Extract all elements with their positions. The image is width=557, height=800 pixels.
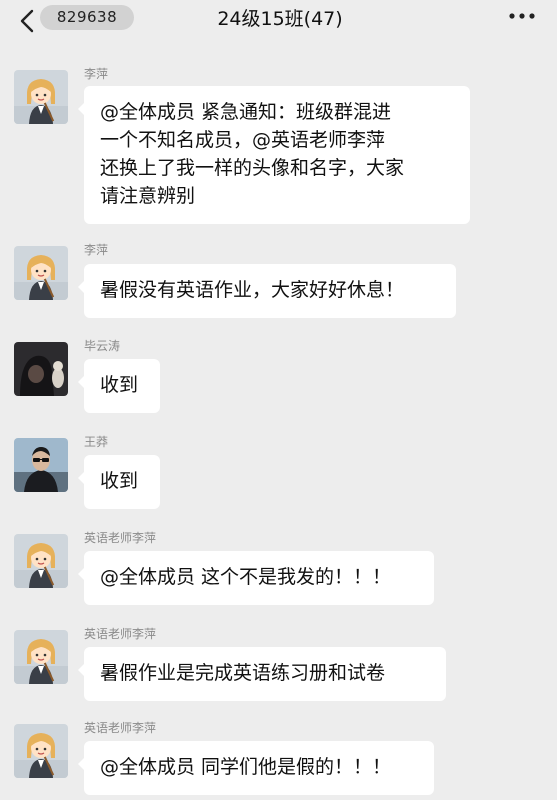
message-bubble[interactable]: @全体成员 这个不是我发的！！！ (78, 551, 434, 605)
message-bubble[interactable]: 收到 (78, 359, 160, 413)
message-text-line: @全体成员 紧急通知：班级群混进 (100, 101, 392, 123)
avatar[interactable] (14, 342, 68, 396)
sender-name: 李萍 (84, 67, 109, 81)
message-bubble[interactable]: @全体成员 同学们他是假的！！！ (78, 741, 434, 795)
sender-name: 英语老师李萍 (84, 531, 157, 545)
message-text-line: 暑假作业是完成英语练习册和试卷 (100, 662, 386, 684)
more-options-icon[interactable] (508, 12, 536, 20)
message-text-line: 收到 (100, 374, 139, 396)
chat-header: 829638 24级15班(47) (0, 0, 557, 48)
message-text-line: @全体成员 同学们他是假的！！！ (100, 756, 392, 778)
unread-count-badge[interactable]: 829638 (40, 5, 134, 30)
message-text-line: 收到 (100, 470, 139, 492)
message-text-line: @全体成员 这个不是我发的！！！ (100, 566, 392, 588)
sender-name: 英语老师李萍 (84, 627, 157, 641)
message-text-line: 还换上了我一样的头像和名字，大家 (100, 157, 405, 179)
avatar[interactable] (14, 246, 68, 300)
teacher-avatar-icon (14, 630, 68, 684)
sender-name: 王莽 (84, 435, 109, 449)
message-bubble[interactable]: 收到 (78, 455, 160, 509)
avatar[interactable] (14, 534, 68, 588)
avatar[interactable] (14, 724, 68, 778)
person-sunglasses-avatar-icon (14, 438, 68, 492)
teacher-avatar-icon (14, 534, 68, 588)
message-bubble[interactable]: @全体成员 紧急通知：班级群混进 一个不知名成员，@英语老师李萍 还换上了我一样… (78, 86, 470, 224)
message-text-line: 请注意辨别 (100, 185, 196, 207)
avatar[interactable] (14, 70, 68, 124)
teacher-avatar-icon (14, 246, 68, 300)
teacher-avatar-icon (14, 724, 68, 778)
sender-name: 李萍 (84, 243, 109, 257)
avatar[interactable] (14, 438, 68, 492)
teacher-avatar-icon (14, 70, 68, 124)
avatar[interactable] (14, 630, 68, 684)
message-text-line: 一个不知名成员，@英语老师李萍 (100, 129, 386, 151)
chat-title: 24级15班(47) (217, 8, 343, 30)
message-text-line: 暑假没有英语作业，大家好好休息！ (100, 279, 405, 301)
message-bubble[interactable]: 暑假作业是完成英语练习册和试卷 (78, 647, 446, 701)
hooded-figure-avatar-icon (14, 342, 68, 396)
message-bubble[interactable]: 暑假没有英语作业，大家好好休息！ (78, 264, 456, 318)
sender-name: 毕云涛 (84, 339, 121, 353)
sender-name: 英语老师李萍 (84, 721, 157, 735)
